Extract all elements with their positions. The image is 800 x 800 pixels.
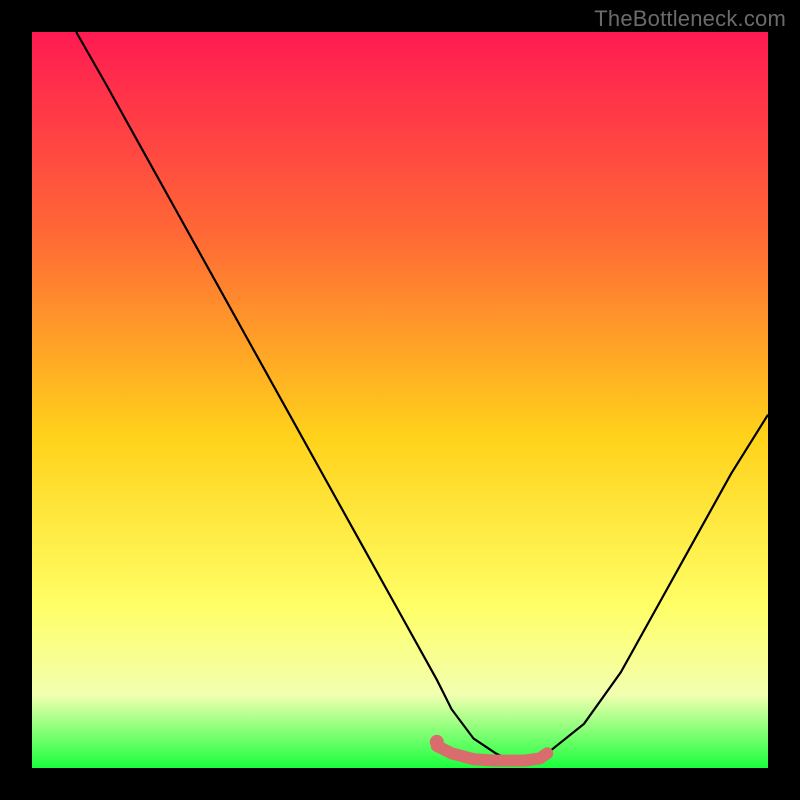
accent-dot [430, 735, 444, 749]
curve-layer [32, 32, 768, 768]
bottleneck-curve [76, 32, 768, 761]
chart-frame: TheBottleneck.com [0, 0, 800, 800]
watermark-text: TheBottleneck.com [594, 6, 786, 32]
accent-segment [437, 746, 547, 761]
plot-area [32, 32, 768, 768]
